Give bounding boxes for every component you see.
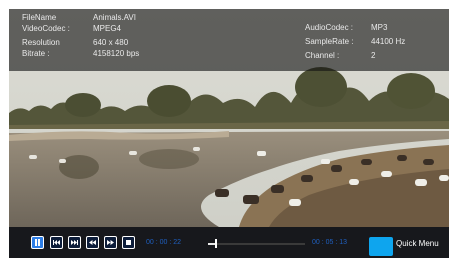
stop-button[interactable] [122,236,135,249]
channel-label: Channel : [305,51,340,60]
skip-next-button[interactable] [68,236,81,249]
resolution-label: Resolution [22,38,60,47]
bitrate-value: 4158120 bps [93,49,140,58]
channel-value: 2 [371,51,376,60]
seek-progress [208,243,215,245]
video-codec-value: MPEG4 [93,24,122,33]
control-bar: 00 : 00 : 22 00 : 05 : 13 Quick Menu [9,227,449,258]
video-codec-label: VideoCodec : [22,24,70,33]
quick-menu-label[interactable]: Quick Menu [396,239,439,248]
rewind-icon [89,240,96,245]
total-time: 00 : 05 : 13 [312,239,348,246]
sample-rate-label: SampleRate : [305,37,354,46]
skip-previous-icon [53,240,60,245]
current-time: 00 : 00 : 22 [146,239,182,246]
file-name-value: Animals.AVI [93,13,136,22]
resolution-value: 640 x 480 [93,38,129,47]
video-frame[interactable]: FileName Animals.AVI VideoCodec : MPEG4 … [9,9,449,227]
media-player: FileName Animals.AVI VideoCodec : MPEG4 … [0,0,449,258]
seek-handle[interactable] [214,239,217,248]
skip-previous-button[interactable] [50,236,63,249]
skip-next-icon [71,240,78,245]
audio-codec-value: MP3 [371,23,388,32]
audio-codec-label: AudioCodec : [305,23,354,32]
sample-rate-value: 44100 Hz [371,37,406,46]
fast-forward-button[interactable] [104,236,117,249]
file-name-label: FileName [22,13,57,22]
fast-forward-icon [107,240,114,245]
seek-bar[interactable] [208,239,305,248]
bitrate-label: Bitrate : [22,49,50,58]
rewind-button[interactable] [86,236,99,249]
pause-icon [35,239,40,246]
stop-icon [126,240,131,245]
media-info-overlay: FileName Animals.AVI VideoCodec : MPEG4 … [9,9,449,71]
quick-menu-icon[interactable] [369,237,393,256]
pause-button[interactable] [31,236,44,249]
